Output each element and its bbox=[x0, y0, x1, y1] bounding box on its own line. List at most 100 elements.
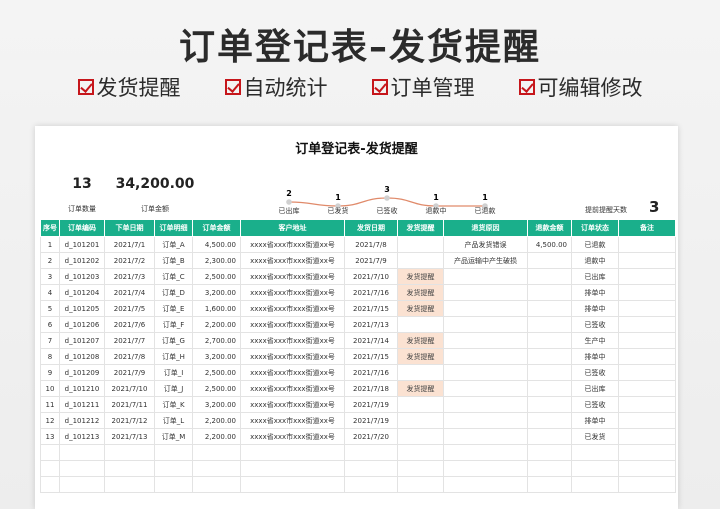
table-cell[interactable]: 2021/7/2 bbox=[104, 252, 155, 269]
table-cell[interactable] bbox=[571, 444, 619, 461]
table-cell[interactable] bbox=[618, 348, 676, 365]
table-cell[interactable]: xxxx省xxx市xxx街道xx号 bbox=[240, 396, 345, 413]
table-cell[interactable] bbox=[397, 428, 444, 445]
table-cell[interactable]: 1 bbox=[40, 236, 60, 253]
table-row[interactable]: 4 d_101204 2021/7/4 订单_D 3,200.00 xxxx省xxx市xx… bbox=[40, 284, 676, 301]
table-cell[interactable] bbox=[618, 412, 676, 429]
table-cell[interactable] bbox=[154, 460, 193, 477]
table-cell[interactable]: 2,500.00 bbox=[192, 364, 241, 381]
table-cell[interactable] bbox=[443, 364, 528, 381]
table-cell[interactable] bbox=[59, 460, 105, 477]
table-cell[interactable]: d_101209 bbox=[59, 364, 105, 381]
table-cell[interactable]: 发货提醒 bbox=[397, 332, 444, 349]
table-cell[interactable] bbox=[527, 396, 572, 413]
table-cell[interactable]: 8 bbox=[40, 348, 60, 365]
table-cell[interactable]: xxxx省xxx市xxx街道xx号 bbox=[240, 380, 345, 397]
table-cell[interactable]: 已出库 bbox=[571, 268, 619, 285]
table-cell[interactable] bbox=[618, 380, 676, 397]
table-cell[interactable]: 1,600.00 bbox=[192, 300, 241, 317]
column-header[interactable]: 退款金额 bbox=[527, 219, 572, 237]
table-cell[interactable]: 订单_M bbox=[154, 428, 193, 445]
table-cell[interactable] bbox=[527, 412, 572, 429]
table-cell[interactable]: 2021/7/8 bbox=[344, 236, 398, 253]
table-cell[interactable]: d_101207 bbox=[59, 332, 105, 349]
table-row[interactable]: 5 d_101205 2021/7/5 订单_E 1,600.00 xxxx省xxx市xx… bbox=[40, 300, 676, 317]
table-cell[interactable]: 已签收 bbox=[571, 364, 619, 381]
table-cell[interactable]: 发货提醒 bbox=[397, 348, 444, 365]
table-cell[interactable]: d_101210 bbox=[59, 380, 105, 397]
table-cell[interactable]: 2,700.00 bbox=[192, 332, 241, 349]
table-cell[interactable]: 排单中 bbox=[571, 348, 619, 365]
table-cell[interactable] bbox=[527, 364, 572, 381]
table-cell[interactable]: 订单_F bbox=[154, 316, 193, 333]
table-cell[interactable] bbox=[527, 332, 572, 349]
table-cell[interactable]: 订单_C bbox=[154, 268, 193, 285]
table-cell[interactable]: 3,200.00 bbox=[192, 348, 241, 365]
table-row[interactable]: 1 d_101201 2021/7/1 订单_A 4,500.00 xxxx省xxx市xx… bbox=[40, 236, 676, 253]
table-cell[interactable]: 排单中 bbox=[571, 300, 619, 317]
table-cell[interactable] bbox=[527, 316, 572, 333]
table-cell[interactable]: 2021/7/16 bbox=[344, 364, 398, 381]
table-cell[interactable]: 发货提醒 bbox=[397, 380, 444, 397]
table-cell[interactable]: 5 bbox=[40, 300, 60, 317]
table-cell[interactable]: 11 bbox=[40, 396, 60, 413]
table-cell[interactable]: 已签收 bbox=[571, 316, 619, 333]
table-cell[interactable]: d_101205 bbox=[59, 300, 105, 317]
table-cell[interactable]: 2021/7/9 bbox=[104, 364, 155, 381]
table-cell[interactable]: d_101208 bbox=[59, 348, 105, 365]
table-cell[interactable] bbox=[397, 252, 444, 269]
table-cell[interactable] bbox=[104, 476, 155, 493]
table-cell[interactable]: xxxx省xxx市xxx街道xx号 bbox=[240, 332, 345, 349]
table-cell[interactable] bbox=[527, 444, 572, 461]
table-cell[interactable] bbox=[527, 428, 572, 445]
table-cell[interactable]: 订单_G bbox=[154, 332, 193, 349]
table-cell[interactable]: xxxx省xxx市xxx街道xx号 bbox=[240, 412, 345, 429]
table-cell[interactable]: 12 bbox=[40, 412, 60, 429]
table-row[interactable]: 6 d_101206 2021/7/6 订单_F 2,200.00 xxxx省xxx市xx… bbox=[40, 316, 676, 333]
table-cell[interactable] bbox=[443, 332, 528, 349]
table-cell[interactable] bbox=[571, 460, 619, 477]
table-cell[interactable] bbox=[443, 300, 528, 317]
table-cell[interactable]: 4,500.00 bbox=[527, 236, 572, 253]
table-cell[interactable] bbox=[618, 396, 676, 413]
table-cell[interactable] bbox=[618, 444, 676, 461]
table-cell[interactable]: 6 bbox=[40, 316, 60, 333]
table-row[interactable]: 8 d_101208 2021/7/8 订单_H 3,200.00 xxxx省xxx市xx… bbox=[40, 348, 676, 365]
table-cell[interactable] bbox=[527, 284, 572, 301]
table-cell[interactable]: 7 bbox=[40, 332, 60, 349]
table-cell[interactable]: 发货提醒 bbox=[397, 284, 444, 301]
table-cell[interactable]: xxxx省xxx市xxx街道xx号 bbox=[240, 364, 345, 381]
table-cell[interactable]: 2021/7/9 bbox=[344, 252, 398, 269]
table-cell[interactable]: 2021/7/12 bbox=[104, 412, 155, 429]
column-header[interactable]: 发货日期 bbox=[344, 219, 398, 237]
column-header[interactable]: 客户地址 bbox=[240, 219, 345, 237]
table-cell[interactable] bbox=[618, 460, 676, 477]
table-cell[interactable]: 2021/7/13 bbox=[344, 316, 398, 333]
table-cell[interactable] bbox=[59, 476, 105, 493]
table-cell[interactable]: 2021/7/7 bbox=[104, 332, 155, 349]
table-cell[interactable]: 排单中 bbox=[571, 284, 619, 301]
table-cell[interactable]: 2021/7/3 bbox=[104, 268, 155, 285]
table-cell[interactable] bbox=[104, 444, 155, 461]
table-cell[interactable] bbox=[443, 348, 528, 365]
table-cell[interactable]: 2021/7/18 bbox=[344, 380, 398, 397]
table-cell[interactable]: 订单_K bbox=[154, 396, 193, 413]
table-cell[interactable]: xxxx省xxx市xxx街道xx号 bbox=[240, 316, 345, 333]
table-cell[interactable]: xxxx省xxx市xxx街道xx号 bbox=[240, 268, 345, 285]
table-cell[interactable]: 2021/7/11 bbox=[104, 396, 155, 413]
table-cell[interactable]: 3,200.00 bbox=[192, 396, 241, 413]
table-cell[interactable]: 订单_D bbox=[154, 284, 193, 301]
table-cell[interactable]: d_101204 bbox=[59, 284, 105, 301]
table-cell[interactable] bbox=[154, 444, 193, 461]
table-cell[interactable] bbox=[192, 476, 241, 493]
table-cell[interactable]: 订单_B bbox=[154, 252, 193, 269]
table-cell[interactable] bbox=[618, 364, 676, 381]
table-cell[interactable]: 订单_E bbox=[154, 300, 193, 317]
column-header[interactable]: 订单编码 bbox=[59, 219, 105, 237]
table-cell[interactable] bbox=[240, 476, 345, 493]
table-cell[interactable]: 2021/7/10 bbox=[104, 380, 155, 397]
table-cell[interactable] bbox=[397, 444, 444, 461]
table-row[interactable]: 11 d_101211 2021/7/11 订单_K 3,200.00 xxxx省xxx市… bbox=[40, 396, 676, 413]
table-cell[interactable] bbox=[104, 460, 155, 477]
table-cell[interactable]: 已出库 bbox=[571, 380, 619, 397]
